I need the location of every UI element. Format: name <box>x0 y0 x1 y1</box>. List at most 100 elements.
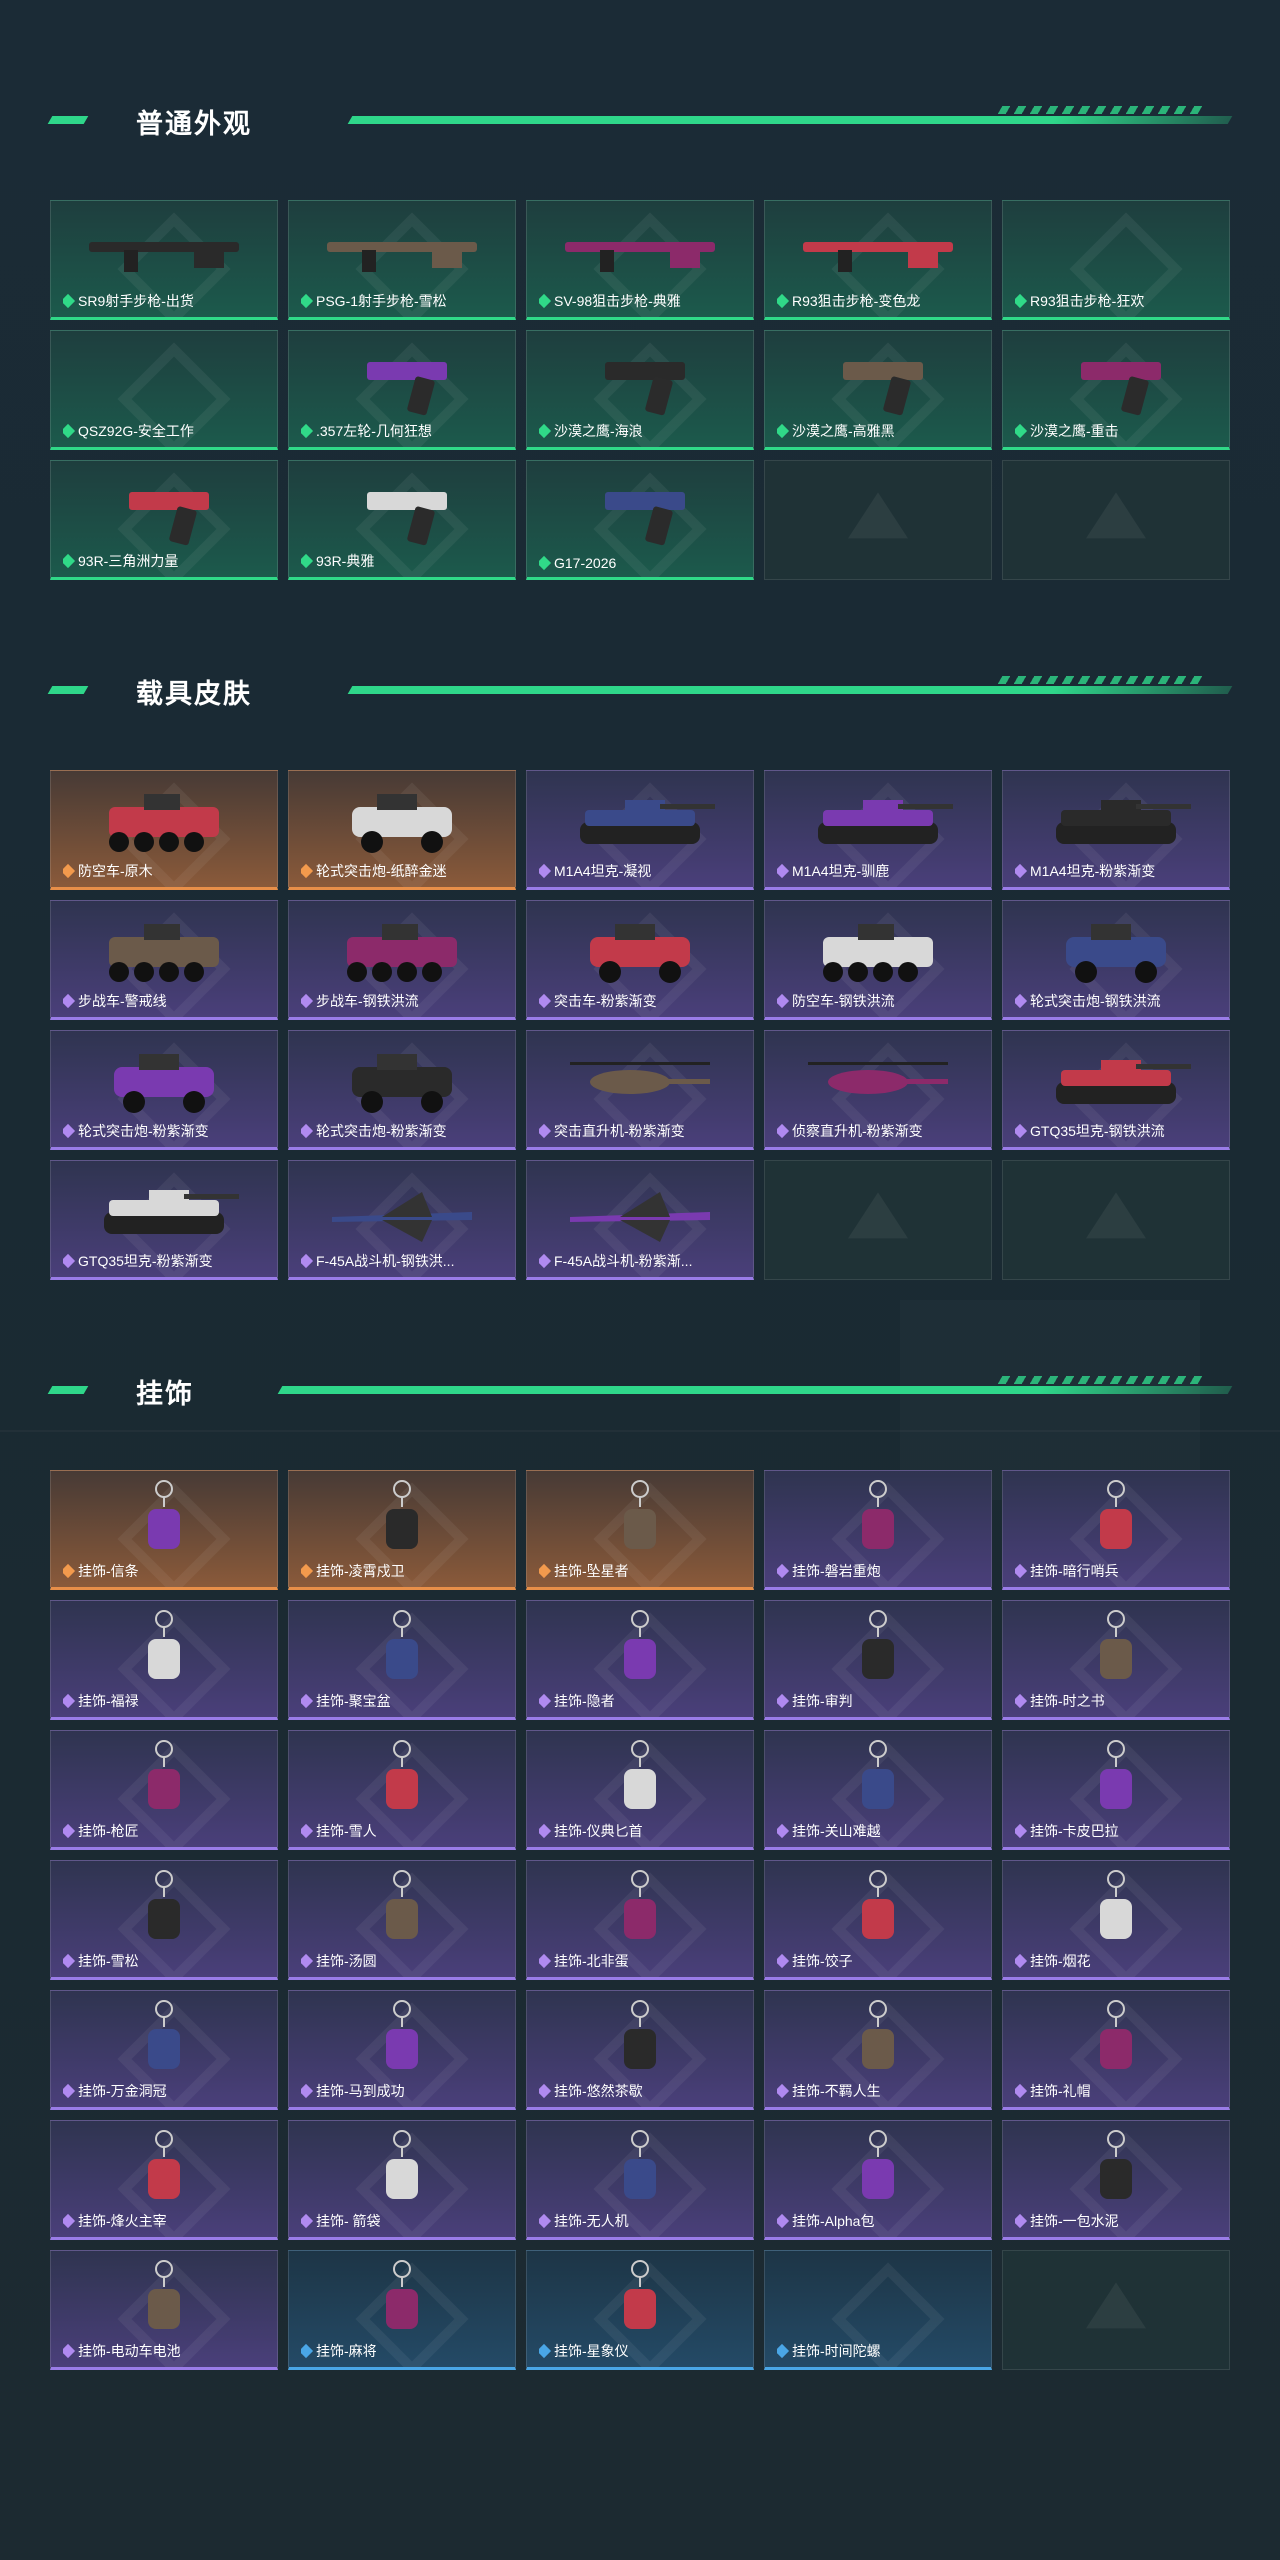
item-name: 挂饰-麻将 <box>316 2343 377 2359</box>
item-card[interactable]: 挂饰-时间陀螺 <box>764 2250 992 2370</box>
item-card[interactable]: 93R-典雅 <box>288 460 516 580</box>
item-label: R93狙击步枪-变色龙 <box>777 291 920 311</box>
item-label: 挂饰-北非蛋 <box>539 1951 629 1971</box>
item-card[interactable]: M1A4坦克-粉紫渐变 <box>1002 770 1230 890</box>
rarity-diamond-icon <box>777 1954 790 1969</box>
item-card[interactable]: 挂饰-万金洞冠 <box>50 1990 278 2110</box>
item-grid: 防空车-原木 轮式突击炮-纸醉金迷 M1A4坦克-凝视 M1A4坦克-驯鹿 M1A4坦克… <box>50 770 1230 1280</box>
item-card[interactable]: 侦察直升机-粉紫渐变 <box>764 1030 992 1150</box>
item-card[interactable]: QSZ92G-安全工作 <box>50 330 278 450</box>
item-card[interactable]: 挂饰-饺子 <box>764 1860 992 1980</box>
item-card[interactable]: GTQ35坦克-钢铁洪流 <box>1002 1030 1230 1150</box>
vehicle-icon <box>352 794 452 854</box>
item-card[interactable]: 挂饰-不羁人生 <box>764 1990 992 2110</box>
item-card[interactable]: 挂饰-关山难越 <box>764 1730 992 1850</box>
item-card[interactable]: 突击车-粉紫渐变 <box>526 900 754 1020</box>
item-card[interactable]: 防空车-钢铁洪流 <box>764 900 992 1020</box>
item-card[interactable]: 轮式突击炮-粉紫渐变 <box>288 1030 516 1150</box>
item-card[interactable]: M1A4坦克-驯鹿 <box>764 770 992 890</box>
item-card[interactable]: 挂饰-信条 <box>50 1470 278 1590</box>
item-card[interactable]: 挂饰-悠然茶歇 <box>526 1990 754 2110</box>
vehicle-icon <box>590 924 690 984</box>
item-card[interactable]: 挂饰-仪典匕首 <box>526 1730 754 1850</box>
item-card[interactable]: 防空车-原木 <box>50 770 278 890</box>
item-card[interactable]: F-45A战斗机-粉紫渐... <box>526 1160 754 1280</box>
item-card[interactable]: 挂饰-电动车电池 <box>50 2250 278 2370</box>
item-card[interactable]: 步战车-警戒线 <box>50 900 278 1020</box>
rarity-diamond-icon <box>539 556 552 571</box>
rarity-diamond-icon <box>301 1124 314 1139</box>
item-card[interactable]: 轮式突击炮-纸醉金迷 <box>288 770 516 890</box>
item-card[interactable]: 突击直升机-粉紫渐变 <box>526 1030 754 1150</box>
item-card[interactable]: 93R-三角洲力量 <box>50 460 278 580</box>
item-name: 步战车-钢铁洪流 <box>316 993 419 1009</box>
charm-icon <box>624 1870 656 1940</box>
item-card[interactable]: 沙漠之鹰-海浪 <box>526 330 754 450</box>
item-card[interactable]: 挂饰-雪松 <box>50 1860 278 1980</box>
item-card[interactable]: 挂饰-星象仪 <box>526 2250 754 2370</box>
item-card[interactable]: 挂饰-凌霄戍卫 <box>288 1470 516 1590</box>
item-card[interactable]: 挂饰-麻将 <box>288 2250 516 2370</box>
item-name: 挂饰-礼帽 <box>1030 2083 1091 2099</box>
item-card[interactable]: 挂饰-礼帽 <box>1002 1990 1230 2110</box>
item-card[interactable]: 挂饰-北非蛋 <box>526 1860 754 1980</box>
item-card[interactable]: 轮式突击炮-钢铁洪流 <box>1002 900 1230 1020</box>
item-card[interactable]: 沙漠之鹰-重击 <box>1002 330 1230 450</box>
item-card[interactable]: 挂饰-审判 <box>764 1600 992 1720</box>
item-card[interactable]: PSG-1射手步枪-雪松 <box>288 200 516 320</box>
item-label: 挂饰-暗行哨兵 <box>1015 1561 1119 1581</box>
item-label: 沙漠之鹰-重击 <box>1015 421 1119 441</box>
item-card[interactable]: .357左轮-几何狂想 <box>288 330 516 450</box>
header-bar <box>347 116 1233 124</box>
item-card[interactable]: 挂饰-烟花 <box>1002 1860 1230 1980</box>
item-card[interactable]: GTQ35坦克-粉紫渐变 <box>50 1160 278 1280</box>
item-card[interactable]: 挂饰-一包水泥 <box>1002 2120 1230 2240</box>
item-label: GTQ35坦克-钢铁洪流 <box>1015 1121 1165 1141</box>
rarity-diamond-icon <box>301 864 314 879</box>
section-header: 载具皮肤 <box>47 670 1233 710</box>
item-card[interactable]: 挂饰-马到成功 <box>288 1990 516 2110</box>
item-card[interactable]: SR9射手步枪-出货 <box>50 200 278 320</box>
item-label: 突击直升机-粉紫渐变 <box>539 1121 685 1141</box>
header-bar <box>277 1386 1233 1394</box>
section-title: 载具皮肤 <box>136 679 252 709</box>
item-card[interactable]: 挂饰-隐者 <box>526 1600 754 1720</box>
item-name: 挂饰-雪松 <box>78 1953 139 1969</box>
item-label: 挂饰-关山难越 <box>777 1821 881 1841</box>
rifle-icon <box>565 242 715 273</box>
item-card[interactable]: SV-98狙击步枪-典雅 <box>526 200 754 320</box>
item-card[interactable]: 挂饰-福禄 <box>50 1600 278 1720</box>
vehicle-icon <box>1066 924 1166 984</box>
item-name: 沙漠之鹰-重击 <box>1030 423 1119 439</box>
item-card[interactable]: 挂饰- 箭袋 <box>288 2120 516 2240</box>
item-name: 挂饰-审判 <box>792 1693 853 1709</box>
item-card[interactable]: 挂饰-烽火主宰 <box>50 2120 278 2240</box>
item-card[interactable]: 挂饰-暗行哨兵 <box>1002 1470 1230 1590</box>
item-card[interactable]: G17-2026 <box>526 460 754 580</box>
pistol-icon <box>605 492 685 546</box>
item-card[interactable]: 挂饰-卡皮巴拉 <box>1002 1730 1230 1850</box>
item-card[interactable]: 挂饰-时之书 <box>1002 1600 1230 1720</box>
item-card[interactable]: 沙漠之鹰-高雅黑 <box>764 330 992 450</box>
item-card[interactable]: 挂饰-Alpha包 <box>764 2120 992 2240</box>
item-card[interactable]: F-45A战斗机-钢铁洪... <box>288 1160 516 1280</box>
item-name: 轮式突击炮-粉紫渐变 <box>78 1123 209 1139</box>
item-card[interactable]: 挂饰-坠星者 <box>526 1470 754 1590</box>
charm-icon <box>624 1480 656 1550</box>
item-card[interactable]: 挂饰-磐岩重炮 <box>764 1470 992 1590</box>
item-name: 挂饰-饺子 <box>792 1953 853 1969</box>
item-card[interactable]: 挂饰-雪人 <box>288 1730 516 1850</box>
item-card[interactable]: 挂饰-枪匠 <box>50 1730 278 1850</box>
item-label: 沙漠之鹰-海浪 <box>539 421 643 441</box>
item-name: 挂饰-枪匠 <box>78 1823 139 1839</box>
item-card[interactable]: 挂饰-无人机 <box>526 2120 754 2240</box>
item-label: R93狙击步枪-狂欢 <box>1015 291 1144 311</box>
rarity-diamond-icon <box>777 1124 790 1139</box>
item-card[interactable]: 挂饰-汤圆 <box>288 1860 516 1980</box>
item-card[interactable]: R93狙击步枪-变色龙 <box>764 200 992 320</box>
item-card[interactable]: R93狙击步枪-狂欢 <box>1002 200 1230 320</box>
item-card[interactable]: 步战车-钢铁洪流 <box>288 900 516 1020</box>
item-card[interactable]: 挂饰-聚宝盆 <box>288 1600 516 1720</box>
item-card[interactable]: 轮式突击炮-粉紫渐变 <box>50 1030 278 1150</box>
item-card[interactable]: M1A4坦克-凝视 <box>526 770 754 890</box>
